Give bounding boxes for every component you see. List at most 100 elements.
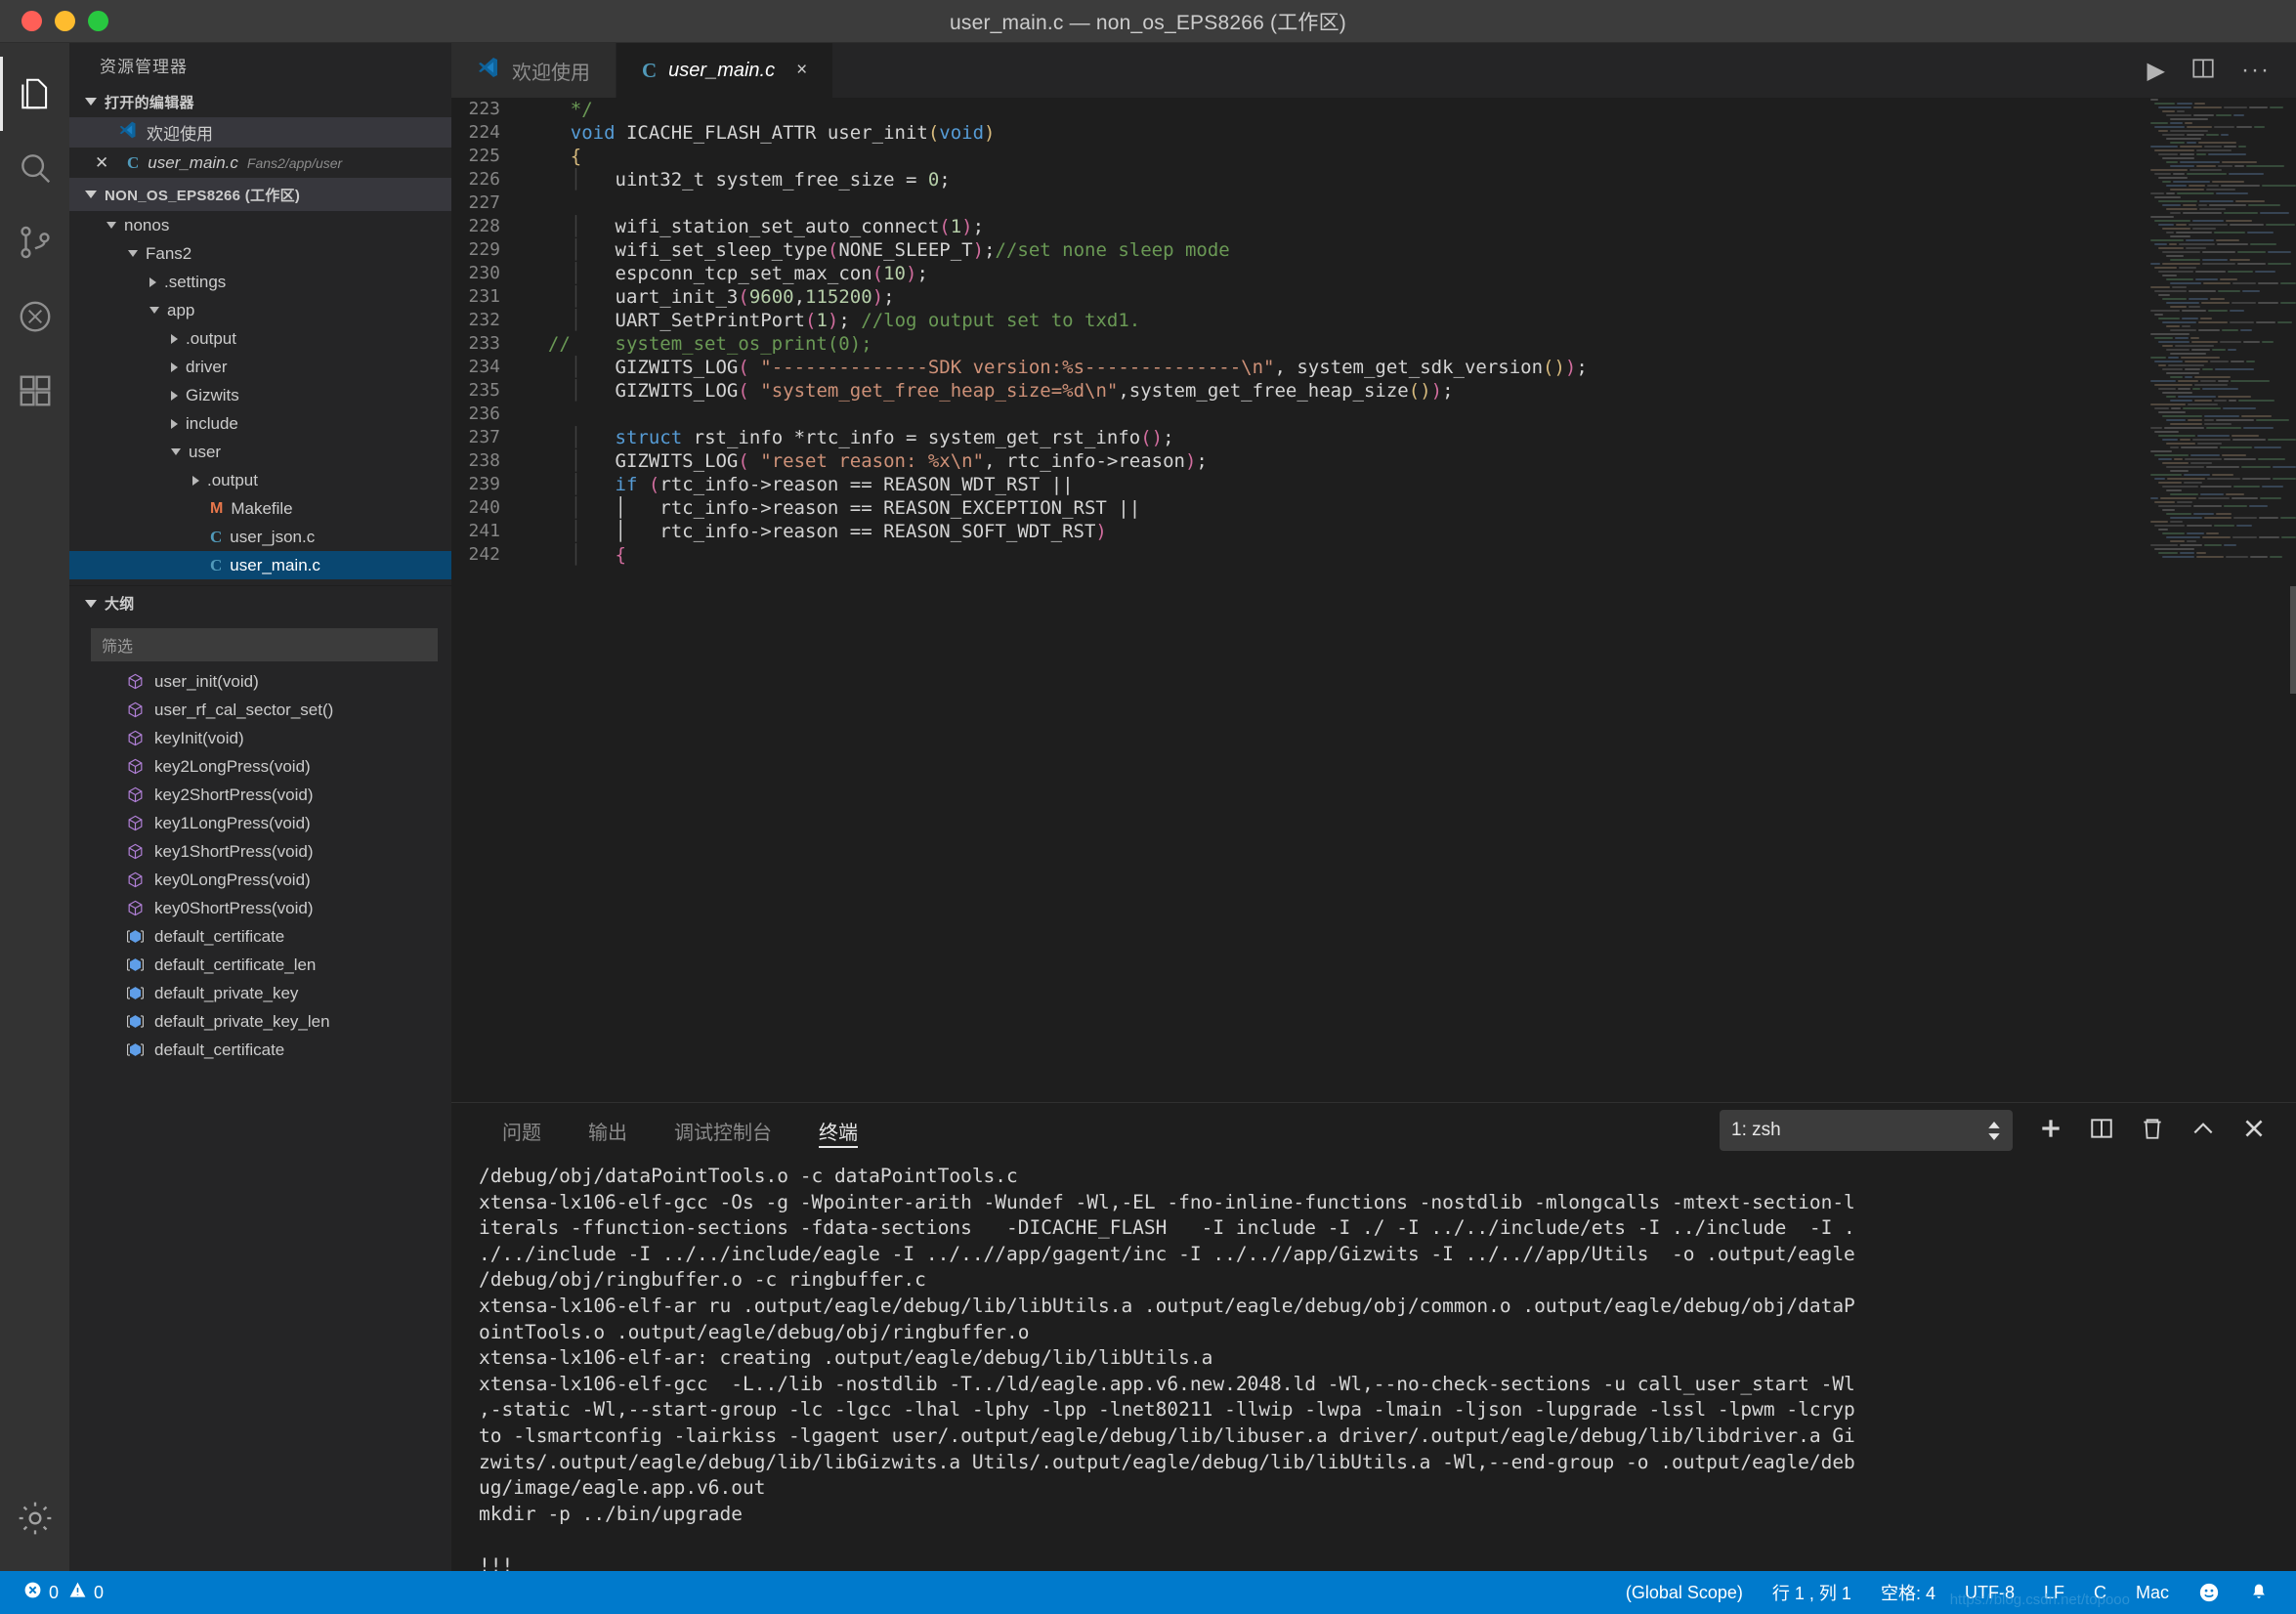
code-line[interactable]: 229 │ wifi_set_sleep_type(NONE_SLEEP_T);… xyxy=(451,238,2145,262)
code-line[interactable]: 228 │ wifi_station_set_auto_connect(1); xyxy=(451,215,2145,238)
activity-item-debug[interactable] xyxy=(0,279,69,354)
outline-item[interactable]: key1ShortPress(void) xyxy=(69,837,451,866)
tree-item-user-json-c[interactable]: Cuser_json.c xyxy=(69,523,451,551)
code-line[interactable]: 224 void ICACHE_FLASH_ATTR user_init(voi… xyxy=(451,121,2145,145)
outline-item[interactable]: user_init(void) xyxy=(69,667,451,696)
tree-item-nonos[interactable]: nonos xyxy=(69,211,451,239)
close-panel-icon[interactable] xyxy=(2241,1116,2267,1146)
status-errors[interactable]: 0 xyxy=(23,1581,59,1604)
new-terminal-icon[interactable] xyxy=(2038,1116,2063,1146)
zoom-window-button[interactable] xyxy=(88,11,108,31)
outline-item[interactable]: keyInit(void) xyxy=(69,724,451,752)
outline-filter-input[interactable]: 筛选 xyxy=(91,628,438,661)
tree-item-makefile[interactable]: MMakefile xyxy=(69,494,451,523)
activity-item-search[interactable] xyxy=(0,131,69,205)
tree-item--output[interactable]: .output xyxy=(69,324,451,353)
panel-tab-output[interactable]: 输出 xyxy=(565,1103,651,1158)
status-eol[interactable]: LF xyxy=(2044,1583,2064,1603)
outline-list[interactable]: user_init(void)user_rf_cal_sector_set()k… xyxy=(69,667,451,1064)
tree-item-driver[interactable]: driver xyxy=(69,353,451,381)
maximize-panel-icon[interactable] xyxy=(2190,1116,2216,1146)
code-line[interactable]: 239 │ if (rtc_info->reason == REASON_WDT… xyxy=(451,473,2145,496)
outline-item[interactable]: key2LongPress(void) xyxy=(69,752,451,781)
editor-tabs[interactable]: 欢迎使用 C user_main.c × ▶ ··· xyxy=(451,43,2296,98)
code-line[interactable]: 238 │ GIZWITS_LOG( "reset reason: %x\n",… xyxy=(451,449,2145,473)
status-warnings[interactable]: 0 xyxy=(68,1581,104,1604)
minimap[interactable] xyxy=(2145,98,2296,1102)
tree-item--settings[interactable]: .settings xyxy=(69,268,451,296)
section-workspace-header[interactable]: NON_OS_EPS8266 (工作区) xyxy=(69,178,451,211)
panel-actions[interactable]: 1: zsh xyxy=(1720,1110,2296,1151)
status-bar[interactable]: 0 0 (Global Scope) 行 1 , 列 1 空格: 4 UTF-8… xyxy=(0,1571,2296,1614)
code-content[interactable]: 223 */224 void ICACHE_FLASH_ATTR user_in… xyxy=(451,98,2145,1102)
editor-actions[interactable]: ▶ ··· xyxy=(2147,43,2296,98)
outline-item[interactable]: key1LongPress(void) xyxy=(69,809,451,837)
bell-icon[interactable] xyxy=(2249,1582,2269,1603)
activity-item-source-control[interactable] xyxy=(0,205,69,279)
code-line[interactable]: 231 │ uart_init_3(9600,115200); xyxy=(451,285,2145,309)
code-line[interactable]: 241 │ │ rtc_info->reason == REASON_SOFT_… xyxy=(451,520,2145,543)
panel-tab-debug-console[interactable]: 调试控制台 xyxy=(651,1103,795,1158)
outline-item[interactable]: default_private_key xyxy=(69,979,451,1007)
tree-item-include[interactable]: include xyxy=(69,409,451,438)
code-line[interactable]: 234 │ GIZWITS_LOG( "--------------SDK ve… xyxy=(451,356,2145,379)
outline-item[interactable]: user_rf_cal_sector_set() xyxy=(69,696,451,724)
code-line[interactable]: 235 │ GIZWITS_LOG( "system_get_free_heap… xyxy=(451,379,2145,403)
tree-item-user[interactable]: user xyxy=(69,438,451,466)
open-editor-user-main-c[interactable]: ✕ C user_main.c Fans2/app/user xyxy=(69,148,451,178)
tab-close-icon[interactable]: × xyxy=(796,60,807,81)
outline-item[interactable]: key0ShortPress(void) xyxy=(69,894,451,922)
tree-item-gizwits[interactable]: Gizwits xyxy=(69,381,451,409)
activity-item-extensions[interactable] xyxy=(0,354,69,428)
run-icon[interactable]: ▶ xyxy=(2147,57,2165,85)
tree-item-user-main-c[interactable]: Cuser_main.c xyxy=(69,551,451,579)
status-language-mode[interactable]: C xyxy=(2094,1583,2106,1603)
close-icon[interactable]: ✕ xyxy=(95,154,110,171)
code-line[interactable]: 233 // system_set_os_print(0); xyxy=(451,332,2145,356)
minimize-window-button[interactable] xyxy=(55,11,75,31)
tree-item--output[interactable]: .output xyxy=(69,466,451,494)
code-line[interactable]: 226 │ uint32_t system_free_size = 0; xyxy=(451,168,2145,191)
status-cursor-position[interactable]: 行 1 , 列 1 xyxy=(1772,1580,1851,1605)
split-terminal-icon[interactable] xyxy=(2089,1116,2114,1146)
minimap-slider[interactable] xyxy=(2290,586,2296,694)
code-line[interactable]: 236 xyxy=(451,403,2145,426)
open-editor-welcome[interactable]: 欢迎使用 xyxy=(69,117,451,148)
status-indentation[interactable]: 空格: 4 xyxy=(1881,1580,1935,1605)
tree-item-app[interactable]: app xyxy=(69,296,451,324)
outline-item[interactable]: default_certificate xyxy=(69,922,451,951)
code-line[interactable]: 227 xyxy=(451,191,2145,215)
activity-item-explorer[interactable] xyxy=(0,57,69,131)
section-outline-header[interactable]: 大纲 xyxy=(69,585,451,620)
outline-item[interactable]: default_private_key_len xyxy=(69,1007,451,1036)
panel-tab-problems[interactable]: 问题 xyxy=(479,1103,565,1158)
status-scope[interactable]: (Global Scope) xyxy=(1626,1583,1743,1603)
file-tree[interactable]: nonosFans2.settingsapp.outputdriverGizwi… xyxy=(69,211,451,579)
code-line[interactable]: 242 │ { xyxy=(451,543,2145,567)
code-line[interactable]: 237 │ struct rst_info *rtc_info = system… xyxy=(451,426,2145,449)
close-window-button[interactable] xyxy=(21,11,42,31)
section-open-editors-header[interactable]: 打开的编辑器 xyxy=(69,86,451,117)
code-line[interactable]: 232 │ UART_SetPrintPort(1); //log output… xyxy=(451,309,2145,332)
split-editor-icon[interactable] xyxy=(2190,56,2216,86)
activity-bar[interactable] xyxy=(0,43,69,1571)
status-platform[interactable]: Mac xyxy=(2136,1583,2169,1603)
outline-item[interactable]: key2ShortPress(void) xyxy=(69,781,451,809)
terminal-output[interactable]: /debug/obj/dataPointTools.o -c dataPoint… xyxy=(451,1158,2296,1571)
outline-item[interactable]: key0LongPress(void) xyxy=(69,866,451,894)
outline-item[interactable]: default_certificate xyxy=(69,1036,451,1064)
panel-tab-terminal[interactable]: 终端 xyxy=(795,1103,881,1158)
outline-item[interactable]: default_certificate_len xyxy=(69,951,451,979)
terminal-select[interactable]: 1: zsh xyxy=(1720,1110,2013,1151)
smiley-icon[interactable] xyxy=(2198,1582,2220,1603)
code-line[interactable]: 225 { xyxy=(451,145,2145,168)
window-controls[interactable] xyxy=(0,11,108,31)
more-actions-icon[interactable]: ··· xyxy=(2241,57,2271,84)
tab-welcome[interactable]: 欢迎使用 xyxy=(451,43,617,98)
tab-user-main-c[interactable]: C user_main.c × xyxy=(617,43,833,98)
tree-item-fans2[interactable]: Fans2 xyxy=(69,239,451,268)
activity-item-settings[interactable] xyxy=(0,1481,69,1555)
code-line[interactable]: 223 */ xyxy=(451,98,2145,121)
code-line[interactable]: 240 │ │ rtc_info->reason == REASON_EXCEP… xyxy=(451,496,2145,520)
status-encoding[interactable]: UTF-8 xyxy=(1965,1583,2015,1603)
